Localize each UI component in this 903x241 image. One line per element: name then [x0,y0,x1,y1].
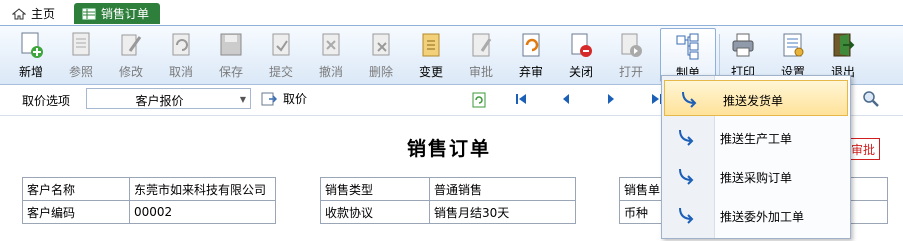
reference-button[interactable]: 参照 [58,28,104,82]
new-doc-icon [21,32,43,58]
chevron-down-icon[interactable]: ▼ [240,95,246,104]
refresh-icon[interactable] [472,92,486,108]
open-label: 打开 [618,65,643,79]
unapprove-label: 弃审 [518,65,543,79]
delete-icon [372,33,390,56]
approve-icon [472,33,492,57]
edit-button[interactable]: 修改 [108,28,154,82]
arrow-curve-icon [679,129,694,146]
withdraw-icon [322,33,340,56]
payment-terms-field[interactable]: 销售月结30天 [429,200,576,224]
undo-icon [172,33,190,56]
save-icon [220,33,242,56]
price-option-select[interactable]: 客户报价 ▼ [86,88,251,109]
tab-sales-order-label: 销售订单 [101,7,150,21]
delete-label: 删除 [368,65,393,79]
edit-icon [121,34,142,56]
get-price-button[interactable]: 取价 [261,90,307,107]
close-button[interactable]: 关闭 [558,28,604,82]
page-title: 销售订单 [407,138,492,160]
menu-item-push-production[interactable]: 推送生产工单 [662,119,850,155]
menu-item-label: 推送委外加工单 [720,210,805,224]
tab-home[interactable]: 主页 [4,3,66,24]
close-icon [571,33,592,57]
exit-button[interactable]: 退出 [820,28,866,82]
price-option-label: 取价选项 [22,94,71,108]
change-icon [422,33,440,57]
get-price-icon [261,92,277,105]
reference-icon [72,32,90,56]
make-document-button[interactable]: 制单 [660,28,716,82]
print-button[interactable]: 打印 [720,28,766,82]
edit-label: 修改 [118,65,143,79]
reference-label: 参照 [68,65,93,79]
unapprove-icon [522,33,540,57]
save-label: 保存 [218,65,243,79]
table-row: 客户编码 00002 [22,200,276,224]
field-label: 客户编码 [22,200,130,224]
table-row: 客户名称 东莞市如来科技有限公司 [22,177,276,201]
approve-button[interactable]: 审批 [458,28,504,82]
make-document-icon [676,33,699,60]
menu-item-label: 推送生产工单 [720,132,793,146]
open-icon [621,33,642,57]
tab-sales-order[interactable]: 销售订单 [74,3,160,24]
menu-item-push-delivery[interactable]: 推送发货单 [664,80,848,116]
tab-bar: 主页 销售订单 [0,0,903,26]
customer-name-field[interactable]: 东莞市如来科技有限公司 [129,177,276,201]
save-button[interactable]: 保存 [208,28,254,82]
menu-item-label: 推送发货单 [723,94,784,108]
settings-button[interactable]: 设置 [770,28,816,82]
sales-type-field[interactable]: 普通销售 [429,177,576,201]
change-button[interactable]: 变更 [408,28,454,82]
customer-fields: 客户名称 东莞市如来科技有限公司 客户编码 00002 [22,177,276,224]
open-button[interactable]: 打开 [608,28,654,82]
cancel-label: 取消 [168,65,193,79]
submit-icon [272,33,290,56]
delete-button[interactable]: 删除 [358,28,404,82]
settings-icon [783,33,804,57]
withdraw-button[interactable]: 撤消 [308,28,354,82]
next-record-icon[interactable] [606,93,616,105]
approve-label: 审批 [468,65,493,79]
sales-fields: 销售类型 普通销售 收款协议 销售月结30天 [320,177,576,224]
search-icon[interactable] [862,90,880,108]
printer-icon [732,33,754,57]
field-label: 客户名称 [22,177,130,201]
cancel-button[interactable]: 取消 [158,28,204,82]
arrow-curve-icon [679,207,694,224]
grid-icon [82,8,96,19]
add-label: 新增 [18,65,43,79]
arrow-curve-icon [679,168,694,185]
arrow-curve-icon [682,91,697,108]
menu-item-push-outsourcing[interactable]: 推送委外加工单 [662,197,850,233]
get-price-label: 取价 [283,92,308,106]
tab-home-label: 主页 [31,7,56,21]
submit-label: 提交 [268,65,293,79]
price-option-value: 客户报价 [135,94,184,108]
close-label: 关闭 [568,65,593,79]
unapprove-button[interactable]: 弃审 [508,28,554,82]
exit-icon [833,33,855,57]
table-row: 销售类型 普通销售 [320,177,576,201]
add-button[interactable]: 新增 [8,28,54,82]
submit-button[interactable]: 提交 [258,28,304,82]
customer-code-field[interactable]: 00002 [129,200,276,224]
menu-item-push-purchase[interactable]: 推送采购订单 [662,158,850,194]
previous-record-icon[interactable] [561,93,571,105]
make-document-menu: 推送发货单 推送生产工单 推送采购订单 推送委外加工单 [661,75,851,239]
home-icon [12,7,26,19]
table-row: 收款协议 销售月结30天 [320,200,576,224]
change-label: 变更 [418,65,443,79]
field-label: 销售类型 [320,177,430,201]
first-record-icon[interactable] [515,93,527,105]
withdraw-label: 撤消 [318,65,343,79]
field-label: 收款协议 [320,200,430,224]
menu-item-label: 推送采购订单 [720,171,793,185]
